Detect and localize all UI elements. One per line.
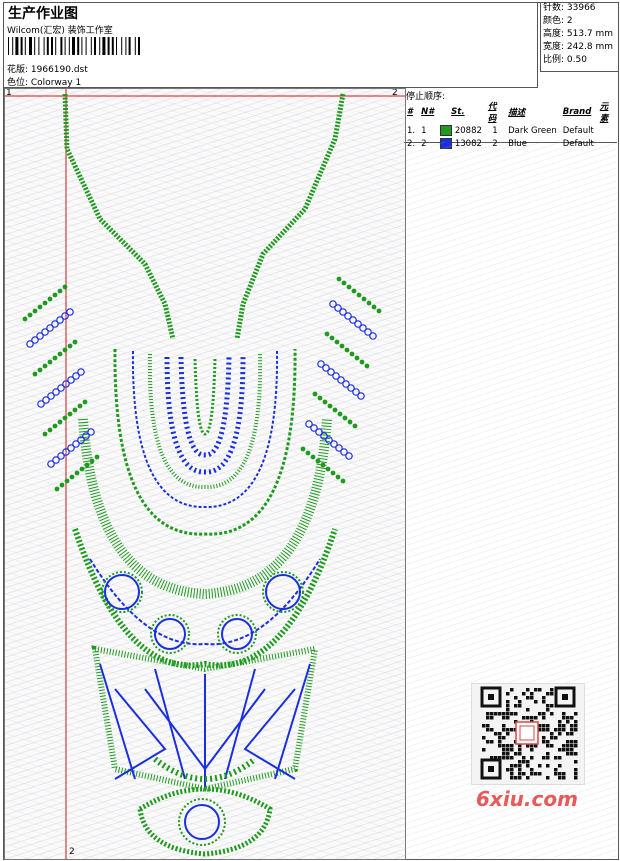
col-num: #	[407, 107, 413, 117]
stat-scale: 比例: 0.50	[543, 55, 587, 65]
stat-colors: 颜色: 2	[543, 16, 573, 26]
marker-bottom: 2	[69, 847, 75, 857]
col-brand: Brand	[562, 107, 592, 117]
row-num: 1.	[407, 125, 416, 136]
page-title: 生产作业图	[8, 6, 78, 22]
row-brand: Default	[562, 125, 594, 136]
color-swatch	[440, 125, 453, 136]
colorway-label: 色位: Colorway 1	[7, 78, 82, 88]
row-code: 1	[492, 125, 498, 136]
embroidery-design	[5, 89, 405, 859]
stat-height: 高度: 513.7 mm	[543, 29, 614, 39]
studio-subtitle: Wilcom(汇宏) 装饰工作室	[7, 26, 113, 36]
barcode	[8, 37, 140, 55]
stat-width: 宽度: 242.8 mm	[543, 42, 614, 52]
design-canvas: 1 2 2	[4, 88, 406, 860]
col-n: N#	[421, 107, 435, 117]
stat-stitches: 针数: 33966	[543, 3, 596, 13]
marker-top-left: 1	[6, 88, 12, 98]
table-row: 1. 1 20882 1 Dark Green Default	[404, 124, 617, 137]
row-desc: Dark Green	[508, 125, 557, 136]
row-element	[597, 124, 617, 137]
qr-code	[471, 683, 585, 785]
col-code: 代码	[487, 102, 497, 124]
col-stitches: St.	[451, 107, 465, 117]
stats-panel: 针数: 33966 颜色: 2 高度: 513.7 mm 宽度: 242.8 m…	[540, 2, 618, 72]
marker-top-right: 2	[392, 88, 398, 98]
stop-sequence-panel: 停止顺序: # N# St. 代码 描述 Brand 元素 1. 1 20882…	[404, 88, 617, 149]
col-desc: 描述	[508, 108, 526, 118]
col-element: 元素	[599, 102, 609, 124]
row-stitches: 20882	[454, 126, 482, 136]
row-n: 1	[421, 125, 427, 136]
watermark-logo: 6xiu.com	[476, 787, 578, 811]
design-file-label: 花版: 1966190.dst	[7, 65, 88, 75]
